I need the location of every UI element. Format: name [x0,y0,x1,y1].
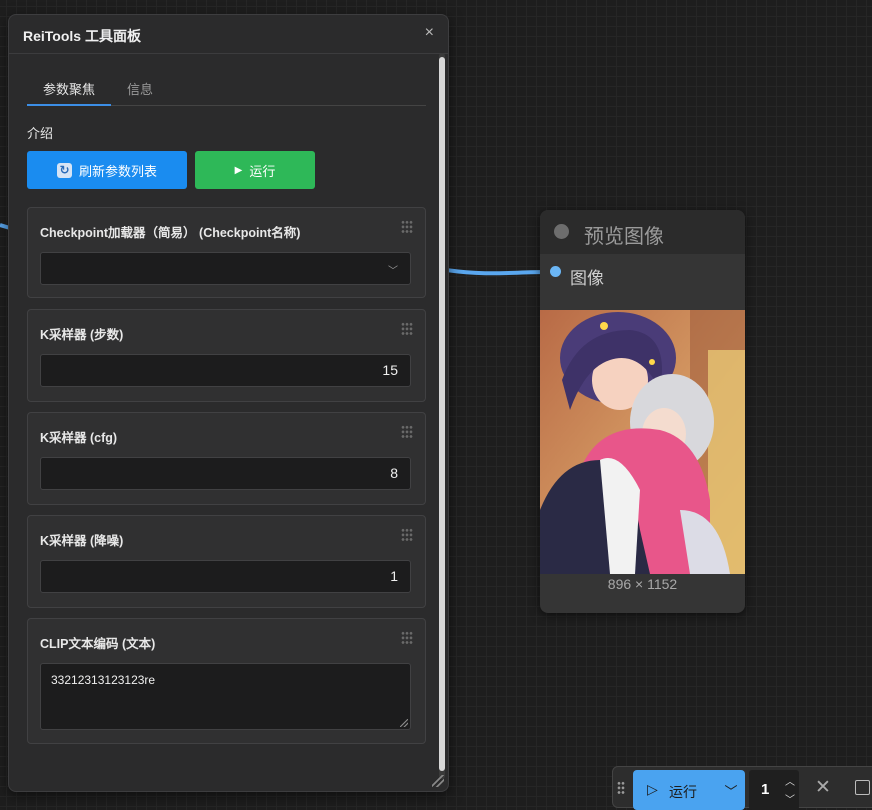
input-slot-icon[interactable] [550,266,561,277]
queue-run-label: 运行 [669,784,697,800]
cfg-input[interactable]: 8 [40,457,411,490]
resize-handle-icon[interactable] [400,719,408,727]
tab-info[interactable]: 信息 [127,79,153,98]
active-tab-indicator [27,104,111,106]
drag-handle-icon[interactable] [401,220,413,234]
chevron-up-icon[interactable]: ︿ [785,773,795,788]
batch-count-value[interactable]: 1 [761,781,769,798]
queue-run-button[interactable]: ▷ 运行 ﹀ [633,770,745,810]
panel-title: ReiTools 工具面板 [23,28,141,44]
chevron-down-icon[interactable]: ﹀ [717,778,745,808]
chevron-down-icon: ﹀ [388,266,398,277]
param-label: K采样器 (降噪) [40,534,124,548]
denoise-input[interactable]: 1 [40,560,411,593]
refresh-icon: ↻ [56,162,72,178]
checkpoint-select[interactable]: ﹀ [40,252,411,285]
chevron-down-icon[interactable]: ﹀ [785,791,795,806]
node-header[interactable]: 预览图像 [540,210,745,254]
drag-handle-icon[interactable] [401,425,413,439]
param-label: Checkpoint加载器（简易） (Checkpoint名称) [40,226,301,240]
refresh-params-button[interactable]: ↻ 刷新参数列表 [27,151,187,189]
drag-handle-icon[interactable] [401,528,413,542]
tab-bar: 参数聚焦 信息 [27,71,426,106]
reitools-panel: ReiTools 工具面板 × 参数聚焦 信息 介绍 ↻ 刷新参数列表 ▶ 运行… [8,14,449,792]
preview-image-node[interactable]: 预览图像 图像 896 × 1152 [540,210,745,613]
input-slot-label: 图像 [570,269,604,288]
run-button[interactable]: ▶ 运行 [195,151,315,189]
param-card-steps: K采样器 (步数) 15 [27,309,426,402]
param-label: CLIP文本编码 (文本) [40,637,156,651]
steps-input[interactable]: 15 [40,354,411,387]
batch-count-stepper[interactable]: 1 ︿ ﹀ [749,770,799,810]
intro-label: 介绍 [27,126,54,141]
clip-text-textarea[interactable]: 33212313123123re [40,663,411,730]
tab-param-focus[interactable]: 参数聚焦 [43,79,95,98]
drag-handle-icon[interactable] [617,781,625,795]
node-collapse-dot[interactable] [554,224,569,239]
run-button-label: 运行 [249,163,276,179]
param-card-clip-text: CLIP文本编码 (文本) 33212313123123re [27,618,426,744]
preview-image [540,310,745,574]
panel-scrollbar[interactable] [439,53,445,779]
scrollbar-thumb[interactable] [439,57,445,771]
stop-square-icon[interactable] [855,780,870,795]
panel-header[interactable]: ReiTools 工具面板 × [9,15,448,54]
drag-handle-icon[interactable] [401,631,413,645]
play-icon: ▶ [234,164,243,176]
param-card-checkpoint: Checkpoint加载器（简易） (Checkpoint名称) ﹀ [27,207,426,298]
clip-text-value: 33212313123123re [51,673,156,687]
param-card-cfg: K采样器 (cfg) 8 [27,412,426,505]
image-size-text: 896 × 1152 [607,576,678,592]
panel-resize-handle-icon[interactable] [432,775,444,787]
close-icon[interactable]: × [425,24,434,42]
cancel-icon[interactable]: ✕ [815,776,831,799]
param-card-denoise: K采样器 (降噪) 1 [27,515,426,608]
drag-handle-icon[interactable] [401,322,413,336]
param-label: K采样器 (步数) [40,328,124,342]
param-label: K采样器 (cfg) [40,431,118,445]
node-title: 预览图像 [584,226,664,248]
play-outline-icon: ▷ [647,781,658,797]
refresh-params-label: 刷新参数列表 [78,163,157,179]
